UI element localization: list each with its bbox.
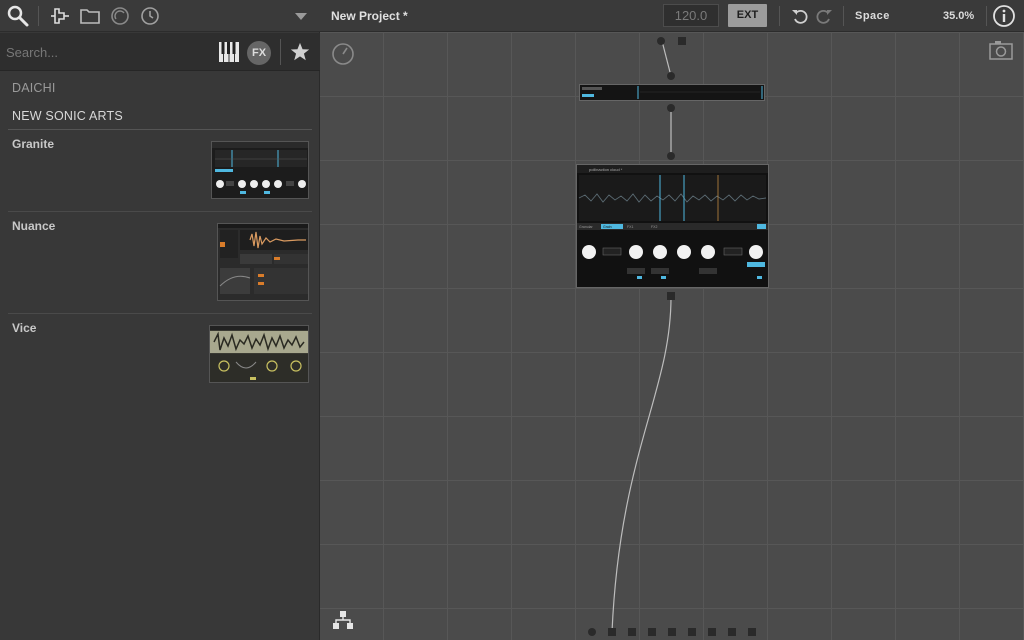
output-port[interactable] bbox=[748, 628, 756, 636]
undo-icon[interactable] bbox=[790, 6, 810, 26]
project-title[interactable]: New Project * bbox=[331, 9, 408, 23]
ext-sync-button[interactable]: EXT bbox=[728, 4, 767, 27]
sequencer-node[interactable] bbox=[579, 84, 765, 101]
granite-thumbnail bbox=[211, 141, 309, 199]
favorites-star-icon[interactable] bbox=[289, 41, 311, 63]
vendor-new-sonic-arts[interactable]: NEW SONIC ARTS bbox=[12, 109, 123, 123]
node-output-port[interactable] bbox=[667, 104, 675, 112]
header-divider bbox=[779, 6, 780, 26]
output-port[interactable] bbox=[648, 628, 656, 636]
effect-tab-fx2[interactable]: FX2 bbox=[651, 225, 657, 229]
project-header: New Project * 120.0 EXT Space 35.0% bbox=[320, 0, 1024, 32]
output-port[interactable] bbox=[608, 628, 616, 636]
search-bar: FX bbox=[0, 33, 320, 71]
effect-tab-granular[interactable]: Granular bbox=[579, 225, 593, 229]
node-output-port[interactable] bbox=[667, 292, 675, 300]
plugin-item-vice[interactable]: Vice bbox=[8, 317, 312, 387]
recorder-icon[interactable] bbox=[108, 4, 132, 28]
instrument-filter-icon[interactable] bbox=[218, 41, 240, 63]
browser-toolbar bbox=[0, 0, 320, 32]
patch-cable bbox=[661, 40, 672, 77]
input-port[interactable] bbox=[657, 37, 665, 45]
search-input[interactable] bbox=[6, 41, 206, 63]
node-input-port[interactable] bbox=[667, 72, 675, 80]
input-port[interactable] bbox=[678, 37, 686, 45]
search-icon[interactable] bbox=[6, 4, 30, 28]
effect-tab-grain[interactable]: Grain bbox=[603, 225, 612, 229]
nuance-thumbnail bbox=[217, 223, 309, 301]
plugin-name: Granite bbox=[12, 137, 55, 151]
output-port[interactable] bbox=[628, 628, 636, 636]
header-divider bbox=[843, 6, 844, 26]
zoom-level[interactable]: 35.0% bbox=[943, 10, 974, 22]
browser-sidebar: FX DAICHI NEW SONIC ARTS Granite bbox=[0, 0, 320, 640]
fx-filter-button[interactable]: FX bbox=[247, 41, 271, 65]
output-port[interactable] bbox=[668, 628, 676, 636]
redo-icon[interactable] bbox=[814, 6, 834, 26]
effect-node[interactable]: pollinaction cloud * Granular Grain FX1 … bbox=[576, 164, 769, 288]
output-port[interactable] bbox=[728, 628, 736, 636]
output-port[interactable] bbox=[708, 628, 716, 636]
search-divider bbox=[280, 39, 281, 65]
patch-cable bbox=[611, 296, 672, 633]
chevron-down-icon[interactable] bbox=[289, 4, 313, 28]
plugin-name: Nuance bbox=[12, 219, 56, 233]
toolbar-divider bbox=[38, 6, 39, 26]
output-port[interactable] bbox=[688, 628, 696, 636]
patch-cables bbox=[611, 40, 672, 633]
vendor-daichi[interactable]: DAICHI bbox=[12, 81, 56, 95]
patch-canvas[interactable]: pollinaction cloud * Granular Grain FX1 … bbox=[320, 32, 1024, 640]
plugin-item-nuance[interactable]: Nuance bbox=[8, 215, 312, 314]
plugin-name: Vice bbox=[12, 321, 37, 335]
info-icon[interactable] bbox=[992, 4, 1016, 28]
folder-icon[interactable] bbox=[78, 4, 102, 28]
header-divider bbox=[986, 6, 987, 26]
history-clock-icon[interactable] bbox=[138, 4, 162, 28]
effect-node-title: pollinaction cloud * bbox=[589, 167, 623, 172]
tempo-field[interactable]: 120.0 bbox=[663, 4, 719, 27]
plugin-icon[interactable] bbox=[48, 4, 72, 28]
vice-thumbnail bbox=[209, 325, 309, 383]
node-input-port[interactable] bbox=[667, 152, 675, 160]
vendor-divider bbox=[8, 129, 312, 130]
output-port[interactable] bbox=[588, 628, 596, 636]
plugin-item-granite[interactable]: Granite bbox=[8, 133, 312, 212]
space-label[interactable]: Space bbox=[855, 10, 890, 22]
auto-arrange-icon[interactable] bbox=[332, 610, 354, 630]
effect-tab-fx1[interactable]: FX1 bbox=[627, 225, 633, 229]
